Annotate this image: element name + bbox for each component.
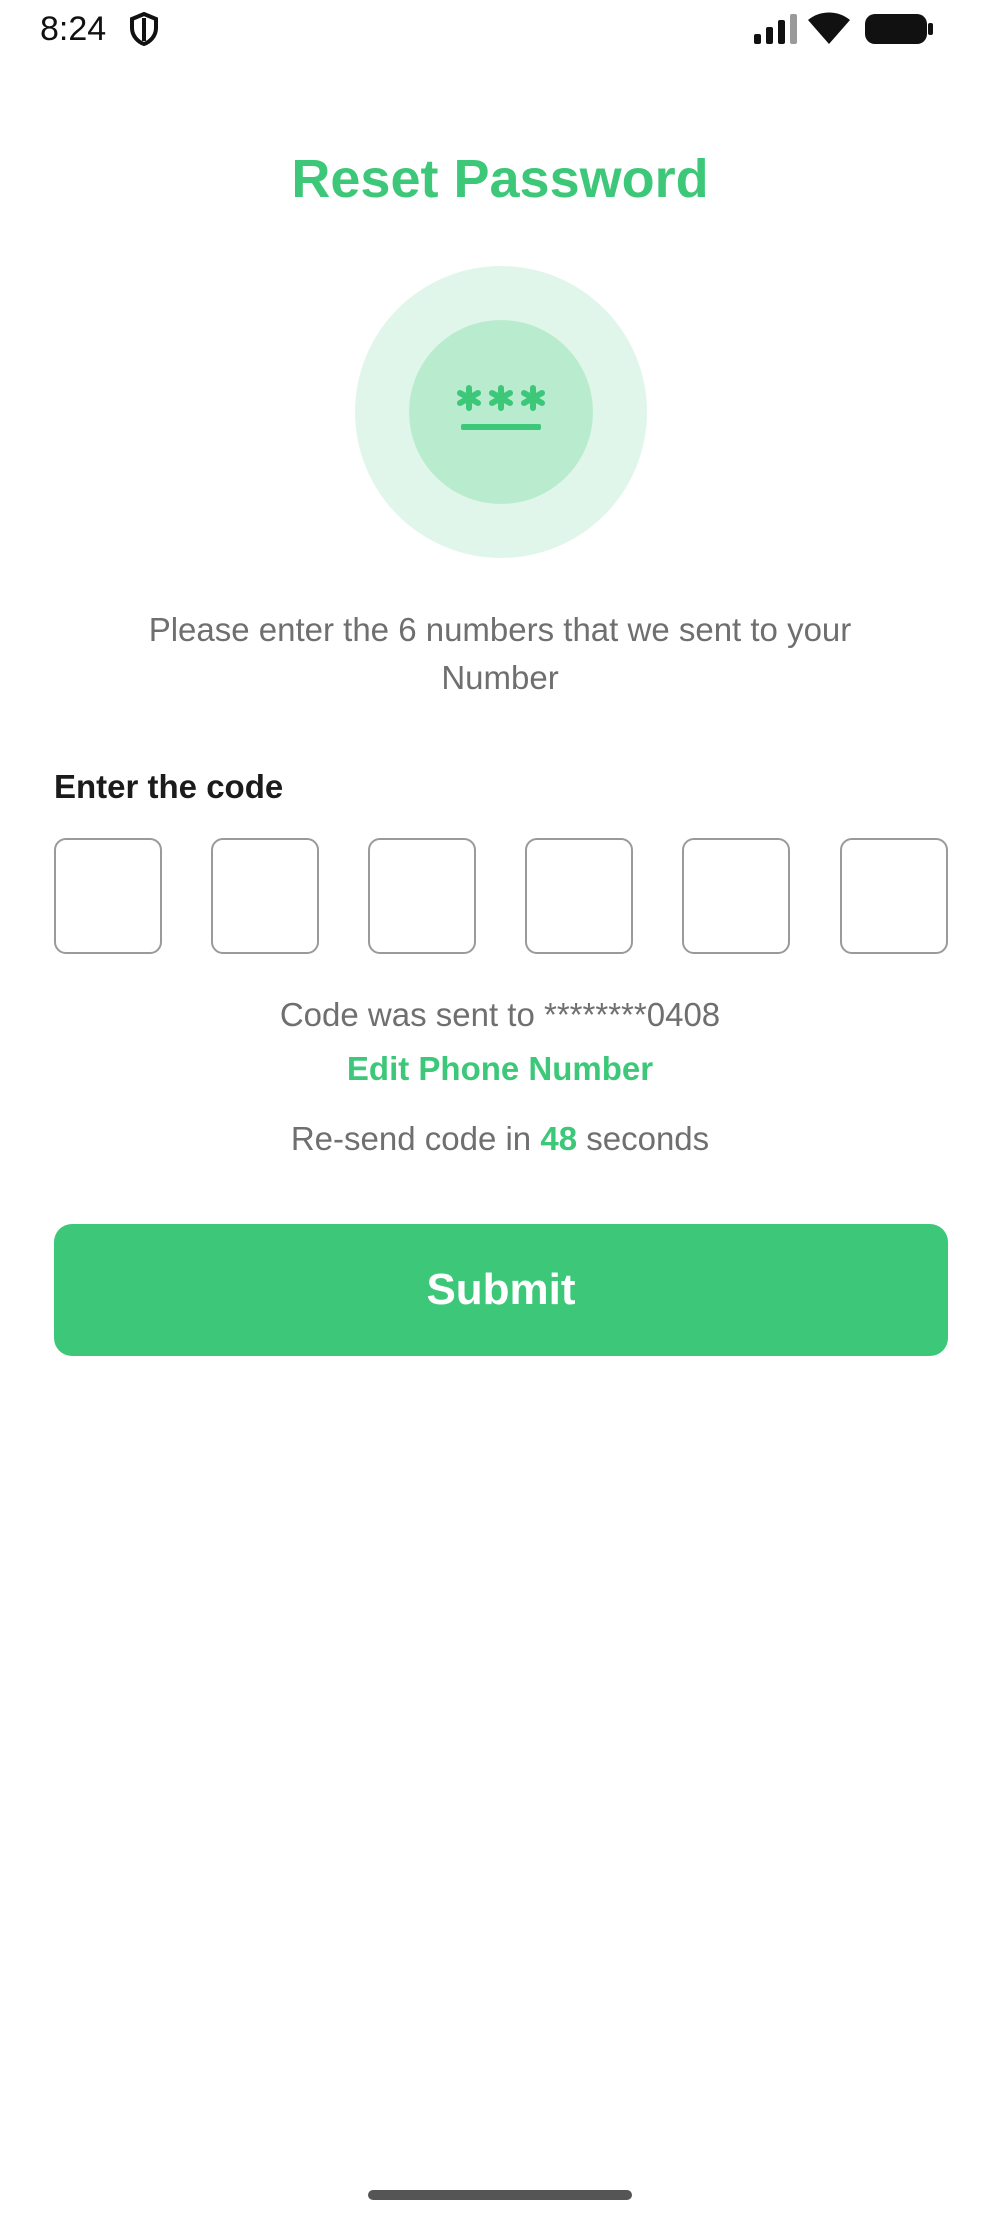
code-digit-4[interactable] (525, 838, 633, 954)
status-bar: 8:24 (0, 0, 1000, 60)
code-digit-2[interactable] (211, 838, 319, 954)
wifi-icon (808, 12, 850, 44)
password-illustration (355, 266, 647, 558)
resend-suffix: seconds (586, 1120, 710, 1157)
reset-password-screen: 8:24 Reset Password Please enter the 6 n… (0, 0, 1000, 2222)
password-icon (457, 385, 545, 430)
resend-count: 48 (540, 1120, 578, 1157)
signal-icon (754, 14, 797, 44)
code-digit-5[interactable] (682, 838, 790, 954)
masked-phone-number: ********0408 (544, 996, 721, 1033)
sent-to-prefix: Code was sent to (279, 996, 535, 1033)
code-digit-1[interactable] (54, 838, 162, 954)
home-indicator[interactable] (368, 2190, 632, 2200)
page-title: Reset Password (291, 149, 709, 209)
code-digit-6[interactable] (840, 838, 948, 954)
code-digit-3[interactable] (368, 838, 476, 954)
status-time: 8:24 (40, 10, 107, 48)
shield-icon (130, 12, 158, 46)
code-label: Enter the code (54, 768, 284, 805)
edit-phone-link[interactable]: Edit Phone Number (0, 1050, 1000, 1088)
battery-icon (865, 14, 933, 44)
code-sent-info: Code was sent to ********0408 (0, 996, 1000, 1034)
submit-button[interactable]: Submit (54, 1224, 948, 1356)
code-input-row (54, 838, 948, 954)
resend-countdown: Re-send code in 48 seconds (0, 1120, 1000, 1158)
resend-prefix: Re-send code in (290, 1120, 532, 1157)
instruction-text: Please enter the 6 numbers that we sent … (148, 611, 852, 696)
